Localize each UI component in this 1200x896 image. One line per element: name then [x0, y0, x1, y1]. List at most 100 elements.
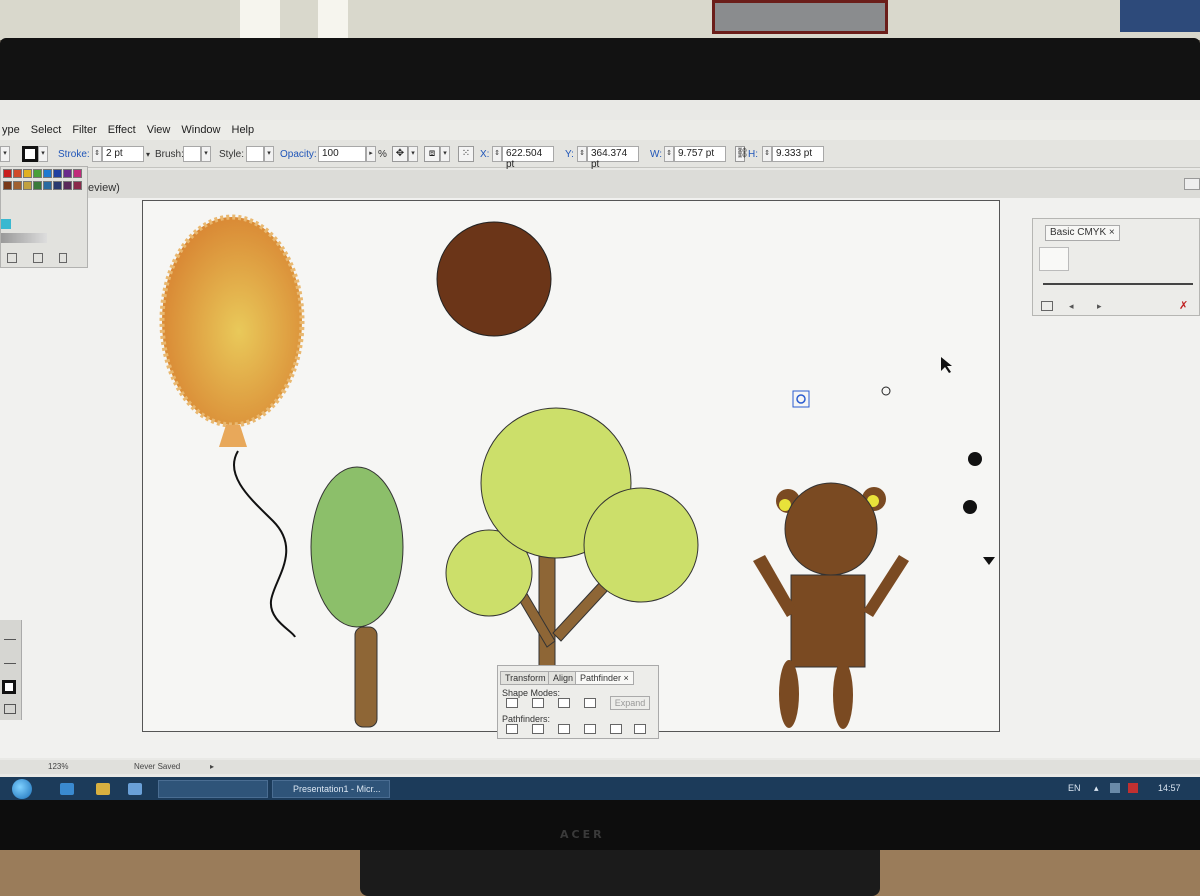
stroke-stepper[interactable]: ⇕ — [92, 146, 102, 162]
tool-icon[interactable] — [4, 654, 16, 664]
small-outline-circle[interactable] — [881, 386, 891, 396]
swatch[interactable] — [73, 169, 82, 178]
new-folder-icon[interactable] — [33, 253, 43, 263]
intersect-icon[interactable] — [558, 698, 570, 708]
zoom-level[interactable]: 123% — [48, 762, 68, 771]
style-dropdown[interactable]: ▾ — [264, 146, 274, 162]
tool-icon[interactable] — [4, 704, 16, 714]
taskbar-item-explorer[interactable] — [158, 780, 268, 798]
stroke-color-swatch[interactable] — [22, 146, 38, 162]
status-menu-icon[interactable]: ▸ — [210, 762, 214, 771]
expand-button[interactable]: Expand — [610, 696, 650, 710]
menu-help[interactable]: Help — [232, 124, 255, 136]
black-triangle[interactable] — [983, 557, 995, 565]
basic-cmyk-tab[interactable]: Basic CMYK × — [1045, 225, 1120, 241]
swatch[interactable] — [63, 181, 72, 190]
balloon[interactable] — [159, 214, 305, 638]
reference-point-icon[interactable]: ⁙ — [458, 146, 474, 162]
tray-arrow-icon[interactable]: ▴ — [1094, 783, 1099, 794]
x-field[interactable]: 622.504 pt — [502, 146, 554, 170]
y-stepper[interactable]: ⇕ — [577, 146, 587, 162]
black-dot[interactable] — [963, 500, 977, 514]
network-icon[interactable] — [1110, 783, 1120, 793]
start-button-icon[interactable] — [12, 779, 32, 799]
new-swatch-icon[interactable] — [7, 253, 17, 263]
menu-effect[interactable]: Effect — [108, 124, 136, 136]
swatch[interactable] — [13, 181, 22, 190]
outline-icon[interactable] — [610, 724, 622, 734]
h-field[interactable]: 9.333 pt — [772, 146, 824, 162]
tab-pathfinder[interactable]: Pathfinder × — [575, 671, 634, 685]
action-center-icon[interactable] — [1128, 783, 1138, 793]
brush-dropdown[interactable]: ▾ — [201, 146, 211, 162]
swatch[interactable] — [43, 181, 52, 190]
yellow-green-tree[interactable] — [445, 407, 699, 670]
swatch[interactable] — [3, 181, 12, 190]
style-field[interactable] — [246, 146, 264, 162]
taskbar-ie-icon[interactable] — [60, 783, 74, 795]
menu-window[interactable]: Window — [181, 124, 220, 136]
next-icon[interactable]: ▸ — [1097, 301, 1102, 312]
stroke-weight-dropdown[interactable]: ▾ — [146, 150, 150, 159]
align-dropdown[interactable]: ▾ — [440, 146, 450, 162]
tab-align[interactable]: Align — [548, 671, 579, 685]
minus-front-icon[interactable] — [532, 698, 544, 708]
artboard[interactable] — [142, 200, 1000, 732]
swatch-cyan[interactable] — [1, 219, 11, 229]
swatch[interactable] — [53, 181, 62, 190]
bear[interactable] — [753, 482, 909, 729]
x-stepper[interactable]: ⇕ — [492, 146, 502, 162]
select-similar-icon[interactable]: ✥ — [392, 146, 408, 162]
swatch[interactable] — [13, 169, 22, 178]
divide-icon[interactable] — [506, 724, 518, 734]
fill-dropdown[interactable]: ▾ — [0, 146, 10, 162]
menu-select[interactable]: Select — [31, 124, 62, 136]
swatch[interactable] — [43, 169, 52, 178]
prev-icon[interactable]: ◂ — [1069, 301, 1074, 312]
tool-icon[interactable] — [4, 630, 16, 640]
selected-object[interactable] — [792, 390, 810, 408]
swatch[interactable] — [23, 169, 32, 178]
constrain-proportions-icon[interactable]: ⛓ — [735, 146, 749, 162]
exclude-icon[interactable] — [584, 698, 596, 708]
trim-icon[interactable] — [532, 724, 544, 734]
swatch[interactable] — [33, 181, 42, 190]
trash-icon[interactable] — [59, 253, 67, 263]
h-stepper[interactable]: ⇕ — [762, 146, 772, 162]
align-icon[interactable]: ⧈ — [424, 146, 440, 162]
opacity-dropdown[interactable]: ▸ — [366, 146, 376, 162]
style-thumbnail[interactable] — [1039, 247, 1069, 271]
swatch[interactable] — [53, 169, 62, 178]
brown-circle[interactable] — [436, 221, 552, 337]
swatch[interactable] — [63, 169, 72, 178]
taskbar-folder-icon[interactable] — [96, 783, 110, 795]
tab-transform[interactable]: Transform — [500, 671, 551, 685]
crop-icon[interactable] — [584, 724, 596, 734]
clock[interactable]: 14:57 — [1158, 783, 1181, 793]
swatch[interactable] — [33, 169, 42, 178]
menu-type[interactable]: ype — [2, 124, 20, 136]
menu-filter[interactable]: Filter — [72, 124, 96, 136]
green-tree[interactable] — [310, 466, 404, 728]
panel-menu-icon[interactable] — [1041, 301, 1053, 311]
close-icon[interactable]: × — [1109, 227, 1115, 238]
w-stepper[interactable]: ⇕ — [664, 146, 674, 162]
delete-icon[interactable]: ✗ — [1179, 299, 1188, 312]
merge-icon[interactable] — [558, 724, 570, 734]
document-tab[interactable]: /Preview) — [74, 182, 194, 198]
w-field[interactable]: 9.757 pt — [674, 146, 726, 162]
taskbar-item-powerpoint[interactable]: Presentation1 - Micr... — [272, 780, 390, 798]
swatch-gray-ramp[interactable] — [1, 233, 47, 243]
minus-back-icon[interactable] — [634, 724, 646, 734]
swatch[interactable] — [73, 181, 82, 190]
select-similar-dropdown[interactable]: ▾ — [408, 146, 418, 162]
swatch[interactable] — [23, 181, 32, 190]
document-close-icon[interactable] — [1184, 178, 1200, 190]
taskbar-media-icon[interactable] — [128, 783, 142, 795]
language-indicator[interactable]: EN — [1068, 783, 1081, 793]
stroke-weight-field[interactable]: 2 pt — [102, 146, 144, 162]
unite-icon[interactable] — [506, 698, 518, 708]
opacity-field[interactable]: 100 — [318, 146, 366, 162]
brush-field[interactable] — [183, 146, 201, 162]
y-field[interactable]: 364.374 pt — [587, 146, 639, 170]
